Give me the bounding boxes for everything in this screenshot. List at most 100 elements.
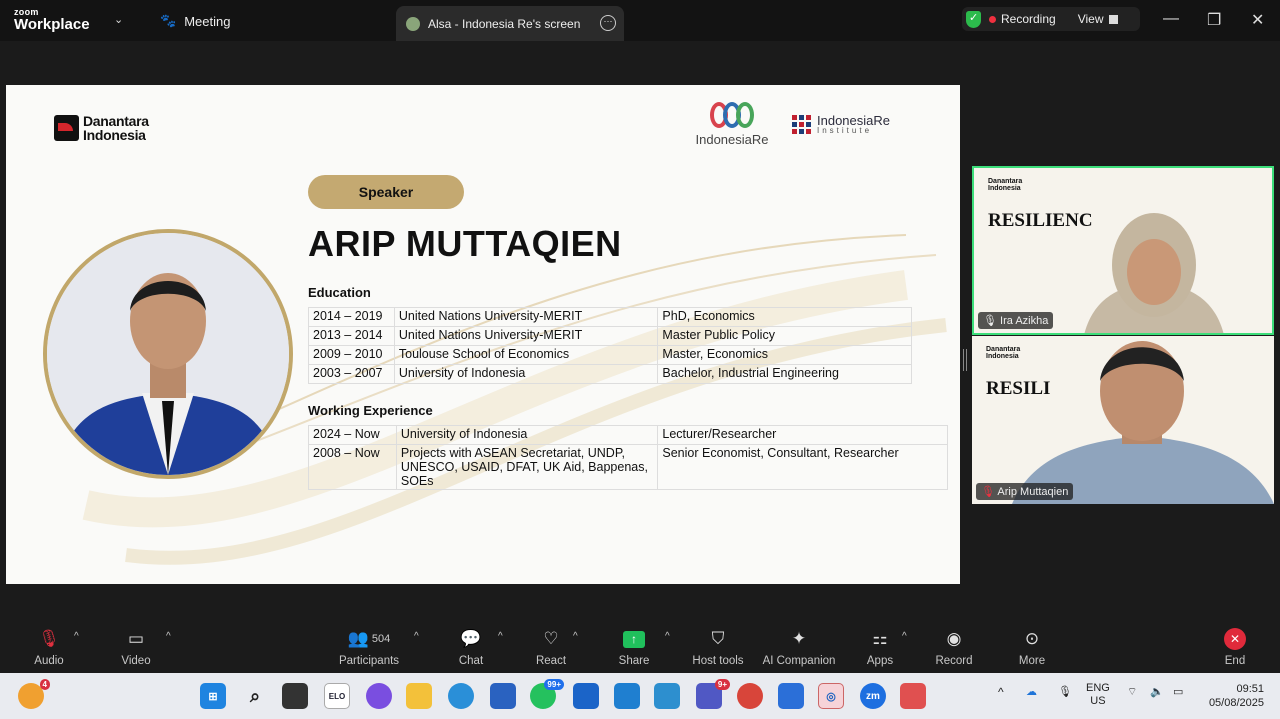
show-hidden-icons-chevron-icon[interactable]: ^ <box>998 685 1004 699</box>
speaker-photo <box>43 229 293 479</box>
battery-icon[interactable]: ▭ <box>1173 685 1183 698</box>
chat-options-chevron-icon[interactable]: ^ <box>498 631 503 642</box>
end-button[interactable]: ✕ End <box>1218 627 1252 667</box>
mic-muted-icon: 🎙 <box>983 315 1001 327</box>
react-options-chevron-icon[interactable]: ^ <box>573 631 578 642</box>
chrome-icon[interactable] <box>737 683 763 709</box>
close-icon[interactable]: ✕ <box>1251 10 1264 30</box>
host-tools-label: Host tools <box>692 655 744 667</box>
task-view-icon[interactable] <box>282 683 308 709</box>
search-icon[interactable]: ⌕ <box>242 683 268 709</box>
video-options-chevron-icon[interactable]: ^ <box>166 631 171 642</box>
screen-share-tab[interactable]: Alsa - Indonesia Re's screen ··· <box>396 6 624 41</box>
copilot-icon[interactable] <box>366 683 392 709</box>
participants-options-chevron-icon[interactable]: ^ <box>414 631 419 642</box>
participants-button[interactable]: 👥 504 Participants <box>337 627 401 667</box>
chevron-down-icon[interactable]: ⌄ <box>114 13 123 26</box>
heart-icon: ♡ <box>543 629 559 648</box>
restore-icon[interactable]: ❐ <box>1207 10 1221 30</box>
outlook-icon[interactable] <box>573 683 599 709</box>
education-heading: Education <box>308 285 371 300</box>
paw-icon: 🐾 <box>160 13 177 28</box>
video-tile-arip[interactable]: Danantara Indonesia RESILI 🎙 Arip Muttaq… <box>972 336 1274 504</box>
ai-companion-button[interactable]: ✦ AI Companion <box>761 627 837 667</box>
view-button[interactable]: View <box>1078 12 1104 26</box>
audio-options-chevron-icon[interactable]: ^ <box>74 631 79 642</box>
tile-bg-title: RESILIENC <box>988 210 1093 231</box>
clock-time: 09:51 <box>1236 683 1264 695</box>
work-table: 2024 – Now University of Indonesia Lecture… <box>308 425 948 490</box>
shield-icon: ⛉ <box>711 629 725 648</box>
mini-logo-line2: Indonesia <box>988 185 1021 192</box>
teams-icon[interactable]: 9+ <box>696 679 730 709</box>
education-school: Toulouse School of Economics <box>393 345 659 365</box>
education-school: University of Indonesia <box>393 364 659 384</box>
education-table: 2014 – 2019 United Nations University-MER… <box>308 307 912 384</box>
participant-name-tag: 🎙 Ira Azikha <box>978 312 1054 329</box>
store-icon[interactable] <box>490 683 516 709</box>
brand-workplace: Workplace <box>14 16 90 33</box>
notepad-icon[interactable] <box>778 683 804 709</box>
record-icon: ◉ <box>946 629 962 648</box>
video-button[interactable]: ▭ Video <box>118 627 154 667</box>
wifi-icon[interactable]: ⌔ <box>1127 685 1137 699</box>
windows-start-icon[interactable]: ⊞ <box>200 683 226 709</box>
participants-icon: 👥 504 <box>347 629 391 648</box>
view-icon[interactable] <box>1108 14 1118 24</box>
institute-logo: IndonesiaRe Institute <box>792 113 890 135</box>
education-degree: Bachelor, Industrial Engineering <box>657 364 912 384</box>
language-indicator[interactable]: ENG US <box>1086 682 1110 708</box>
host-tools-button[interactable]: ⛉ Host tools <box>690 627 746 667</box>
file-explorer-icon[interactable] <box>406 683 432 709</box>
recording-label: Recording <box>1001 12 1056 26</box>
tools-app-icon[interactable] <box>900 683 926 709</box>
apps-icon: ⚏ <box>872 629 888 648</box>
audio-button[interactable]: 🎙 Audio <box>30 627 68 667</box>
work-years: 2008 – Now <box>308 444 397 490</box>
record-button[interactable]: ◉ Record <box>934 627 974 667</box>
ai-companion-label: AI Companion <box>762 655 836 667</box>
microphone-icon[interactable]: 🎙 <box>1058 685 1072 698</box>
weather-badge: 4 <box>39 679 50 690</box>
share-options-chevron-icon[interactable]: ^ <box>665 631 670 642</box>
resize-handle[interactable] <box>963 349 967 371</box>
pen-app-icon[interactable] <box>654 683 680 709</box>
chat-button[interactable]: 💬 Chat <box>454 627 488 667</box>
remote-app-icon[interactable] <box>614 683 640 709</box>
meeting-tab[interactable]: 🐾 Meeting <box>160 13 230 29</box>
chat-label: Chat <box>458 655 484 667</box>
elo-app-icon[interactable]: ELO <box>324 683 350 709</box>
education-years: 2013 – 2014 <box>308 326 395 346</box>
react-button[interactable]: ♡ React <box>533 627 569 667</box>
zoom-app-icon[interactable]: zm <box>860 683 886 709</box>
zoom-brand[interactable]: zoom Workplace <box>14 8 90 33</box>
speaker-portrait-icon <box>47 233 289 475</box>
minimize-icon[interactable]: — <box>1163 10 1179 28</box>
more-options-icon[interactable]: ··· <box>600 15 616 31</box>
work-org: Projects with ASEAN Secretariat, UNDP, U… <box>395 444 659 490</box>
chat-icon: 💬 <box>460 629 482 648</box>
danantara-logo: Danantara Indonesia <box>54 114 149 142</box>
education-degree: Master, Economics <box>657 345 912 365</box>
onedrive-icon[interactable]: ☁ <box>1026 685 1037 698</box>
edge-icon[interactable] <box>448 683 474 709</box>
share-label: Share <box>618 655 650 667</box>
whatsapp-icon[interactable]: 99+ <box>530 679 564 709</box>
more-button[interactable]: ⊙ More <box>1014 627 1050 667</box>
indonesiare-logo: IndonesiaRe <box>687 102 777 147</box>
clock[interactable]: 09:51 05/08/2025 <box>1200 682 1264 710</box>
elo-label: ELO <box>328 691 346 701</box>
volume-icon[interactable]: 🔈 <box>1150 685 1164 698</box>
shield-icon[interactable] <box>966 10 981 28</box>
apps-options-chevron-icon[interactable]: ^ <box>902 631 907 642</box>
education-years: 2014 – 2019 <box>308 307 395 327</box>
danantara-line2: Indonesia <box>83 127 146 143</box>
weather-icon[interactable]: 4 <box>18 679 50 709</box>
snipping-tool-icon[interactable]: ◎ <box>818 683 844 709</box>
apps-button[interactable]: ⚏ Apps <box>864 627 896 667</box>
video-tile-ira[interactable]: Danantara Indonesia RESILIENC 🎙 Ira Azik… <box>972 166 1274 335</box>
work-row: 2008 – Now Projects with ASEAN Secretaria… <box>308 444 948 490</box>
end-label: End <box>1224 655 1246 667</box>
share-button[interactable]: ↑ Share <box>616 627 652 667</box>
education-school: United Nations University-MERIT <box>393 326 659 346</box>
